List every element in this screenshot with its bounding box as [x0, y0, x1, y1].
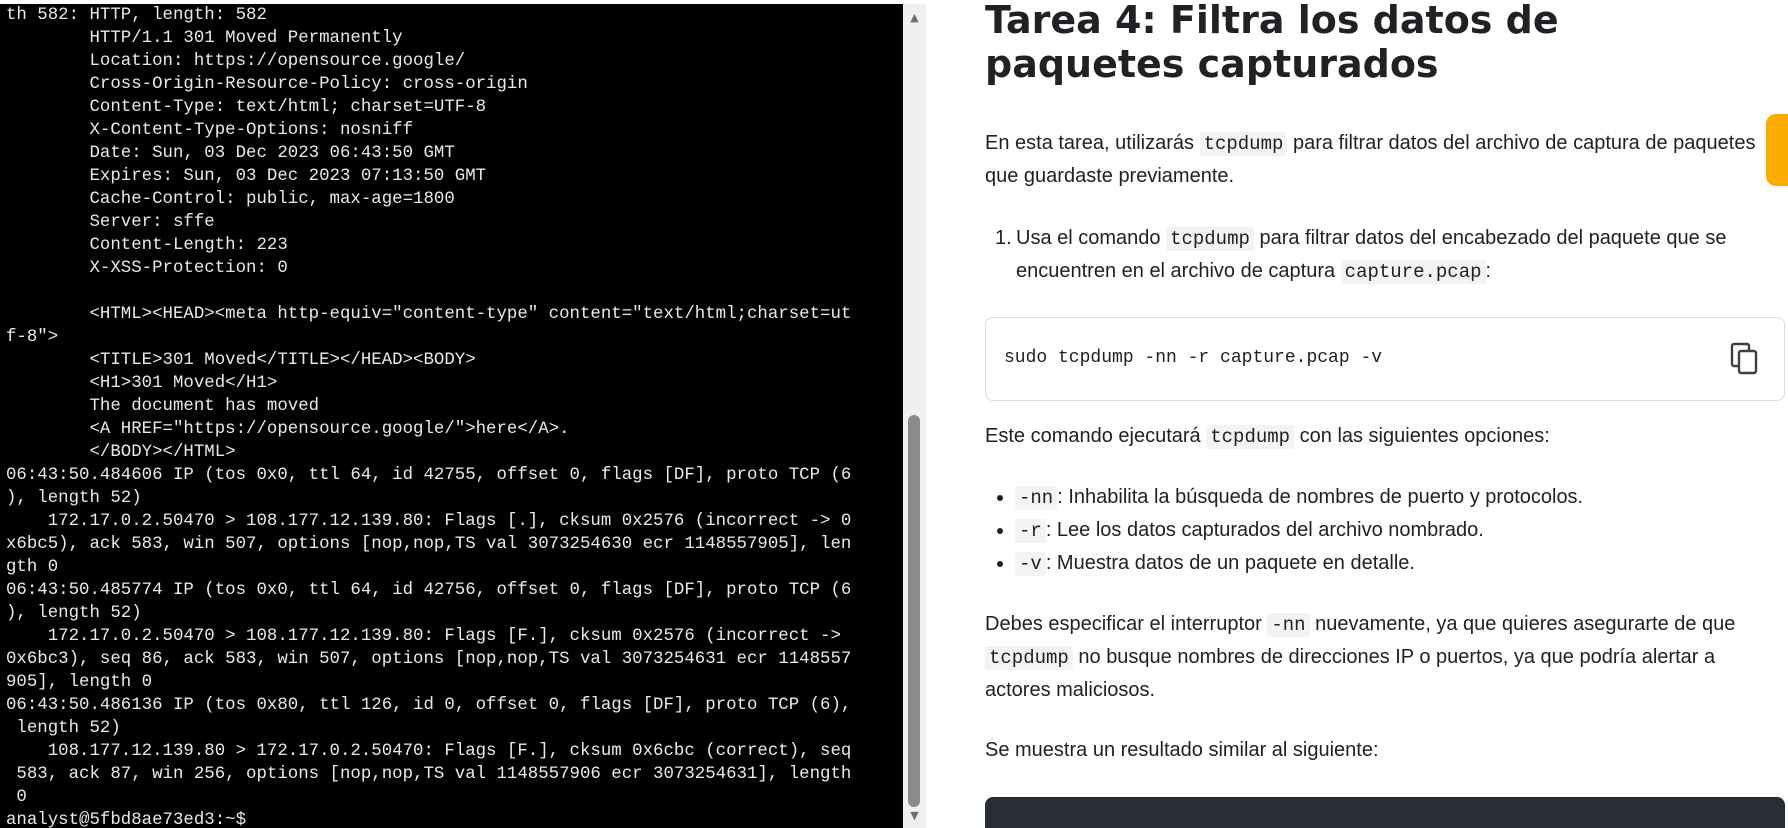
page-title: Tarea 4: Filtra los datos de paquetes ca… [985, 0, 1559, 86]
scroll-down-arrow-icon[interactable]: ▼ [903, 806, 926, 826]
command-text[interactable]: sudo tcpdump -nn -r capture.pcap -v [1004, 348, 1382, 368]
list-item: -v: Muestra datos de un paquete en detal… [1015, 547, 1583, 580]
inline-code: -nn [1015, 486, 1058, 510]
result-intro: Se muestra un resultado similar al sigui… [985, 739, 1379, 761]
note-paragraph: Debes especificar el interruptor -nn nue… [985, 613, 1736, 701]
intro-paragraph: En esta tarea, utilizarás tcpdump para f… [985, 132, 1756, 187]
options-list: -nn: Inhabilita la búsqueda de nombres d… [985, 481, 1583, 580]
copy-icon[interactable] [1730, 342, 1760, 376]
inline-code: tcpdump [1199, 132, 1288, 156]
list-item: -nn: Inhabilita la búsqueda de nombres d… [1015, 481, 1583, 514]
terminal-output[interactable]: th 582: HTTP, length: 582 HTTP/1.1 301 M… [0, 4, 903, 828]
options-intro: Este comando ejecutará tcpdump con las s… [985, 425, 1550, 449]
inline-code: -nn [1267, 613, 1310, 637]
inline-code: -r [1015, 519, 1046, 543]
terminal-scrollbar[interactable]: ▲ ▼ [903, 4, 926, 828]
scrollbar-thumb[interactable] [908, 415, 920, 807]
step-1-text: Usa el comando tcpdump para filtrar dato… [1016, 227, 1727, 284]
instructions-panel: Tarea 4: Filtra los datos de paquetes ca… [926, 0, 1788, 828]
command-code-block[interactable]: sudo tcpdump -nn -r capture.pcap -v [985, 317, 1785, 401]
side-panel-tab[interactable] [1766, 114, 1788, 186]
output-code-block [985, 797, 1785, 828]
terminal-window[interactable]: th 582: HTTP, length: 582 HTTP/1.1 301 M… [0, 4, 903, 828]
scroll-up-arrow-icon[interactable]: ▲ [903, 8, 926, 28]
list-item: -r: Lee los datos capturados del archivo… [1015, 514, 1583, 547]
inline-code: tcpdump [1166, 227, 1254, 251]
step-number: 1. [995, 227, 1012, 249]
inline-code: capture.pcap [1340, 260, 1486, 284]
inline-code: tcpdump [1206, 425, 1295, 449]
inline-code: -v [1015, 552, 1046, 576]
inline-code: tcpdump [985, 646, 1073, 670]
